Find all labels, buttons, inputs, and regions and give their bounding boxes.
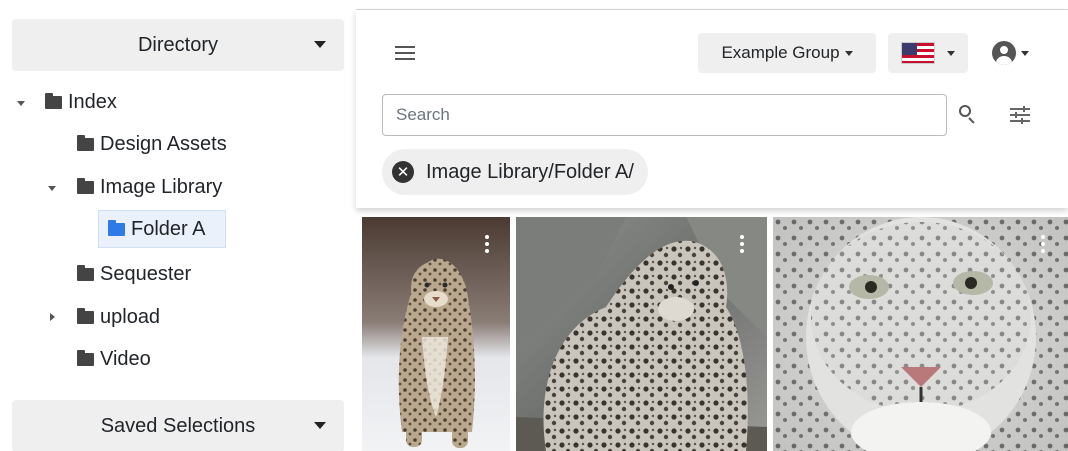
tree-item-design-assets[interactable]: Design Assets (77, 127, 227, 161)
close-icon[interactable]: ✕ (392, 161, 414, 183)
user-menu-button[interactable] (992, 41, 1029, 65)
tree-item-index[interactable]: Index (45, 85, 117, 119)
chevron-down-icon (314, 422, 326, 429)
expand-toggle-icon[interactable] (50, 313, 55, 321)
search-input[interactable] (382, 94, 947, 136)
saved-selections-panel-header[interactable]: Saved Selections (12, 400, 344, 451)
folder-icon (108, 219, 125, 236)
caret-down-icon (844, 50, 853, 56)
user-circle-icon (992, 41, 1016, 65)
folder-icon (77, 307, 94, 324)
directory-label: Directory (137, 33, 218, 56)
tree-item-label: Folder A (131, 217, 206, 240)
collapse-toggle-icon[interactable] (48, 186, 56, 191)
tree-item-label: upload (100, 305, 161, 328)
filter-settings-icon[interactable] (1010, 106, 1030, 124)
snow-leopard-face-image (773, 217, 1068, 451)
tree-item-image-library[interactable]: Image Library (77, 170, 222, 204)
tree-item-video[interactable]: Video (77, 342, 151, 376)
tree-item-sequester[interactable]: Sequester (77, 257, 191, 291)
more-options-icon[interactable] (740, 235, 744, 253)
tree-item-label: Index (68, 90, 117, 113)
sidebar: Directory Index Design Assets Image Libr… (0, 0, 356, 451)
chip-label: Image Library/Folder A/ (426, 160, 634, 183)
tree-item-label: Design Assets (100, 132, 227, 155)
folder-icon (45, 92, 62, 109)
folder-icon (77, 349, 94, 366)
image-thumbnail[interactable] (773, 217, 1068, 451)
folder-filter-chip: ✕ Image Library/Folder A/ (382, 149, 648, 195)
snow-leopard-rocks-image (516, 217, 767, 451)
tree-item-folder-a[interactable]: Folder A (108, 212, 205, 246)
folder-icon (77, 177, 94, 194)
more-options-icon[interactable] (1041, 235, 1045, 253)
tree-item-upload[interactable]: upload (77, 300, 160, 334)
image-thumbnail[interactable] (516, 217, 767, 451)
caret-down-icon (1021, 50, 1029, 56)
folder-icon (77, 264, 94, 281)
chevron-down-icon (314, 41, 326, 48)
collapse-toggle-icon[interactable] (17, 101, 25, 106)
us-flag-icon (901, 42, 935, 64)
directory-panel-header[interactable]: Directory (12, 19, 344, 71)
tree-item-label: Video (100, 347, 151, 370)
image-grid (362, 217, 1068, 451)
language-selector-button[interactable] (888, 33, 968, 73)
search-icon[interactable] (959, 105, 976, 124)
folder-icon (77, 134, 94, 151)
caret-down-icon (947, 50, 955, 56)
saved-selections-label: Saved Selections (100, 414, 256, 437)
top-header-panel: Example Group ✕ Image Library/Folder A/ (356, 10, 1068, 208)
tree-item-label: Image Library (100, 175, 223, 198)
more-options-icon[interactable] (485, 235, 489, 253)
group-selector-button[interactable]: Example Group (698, 33, 876, 73)
group-label: Example Group (721, 43, 840, 62)
hamburger-menu-icon[interactable] (395, 46, 415, 60)
tree-item-label: Sequester (100, 262, 192, 285)
image-thumbnail[interactable] (362, 217, 510, 451)
